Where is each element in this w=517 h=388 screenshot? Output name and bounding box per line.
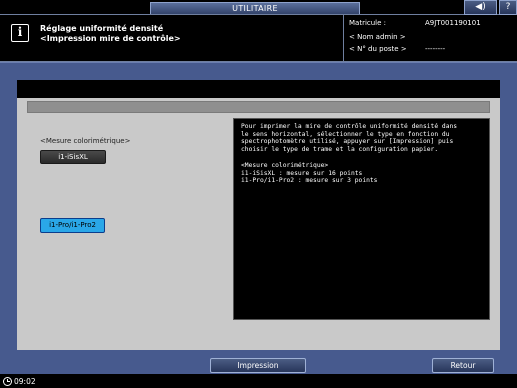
back-button[interactable]: Retour <box>432 358 494 373</box>
admin-name-label: < Nom admin > <box>349 33 406 41</box>
measure-label: <Mesure colorimétrique> <box>40 137 131 145</box>
question-icon[interactable]: ? <box>499 0 517 15</box>
option-isisxl-button[interactable]: i1-iSisXL <box>40 150 106 164</box>
clock-time: 09:02 <box>14 377 36 386</box>
help-text-panel: Pour imprimer la mire de contrôle unifor… <box>233 118 490 320</box>
post-number-value: -------- <box>425 45 446 53</box>
page-title: Réglage uniformité densité <box>40 24 164 33</box>
help-measure-info: <Mesure colorimétrique> i1-iSisXL : mesu… <box>241 161 378 185</box>
print-button[interactable]: Impression <box>210 358 306 373</box>
status-bar <box>0 376 517 388</box>
clock-icon <box>3 377 12 386</box>
info-icon: i <box>11 24 29 42</box>
speaker-icon[interactable]: ◀) <box>464 0 497 15</box>
serial-label: Matricule : <box>349 19 387 27</box>
page-subtitle: <Impression mire de contrôle> <box>40 34 181 43</box>
content-header <box>17 80 500 98</box>
panel-title-bar <box>27 101 490 113</box>
serial-value: A9JT001190101 <box>425 19 481 27</box>
help-paragraph: Pour imprimer la mire de contrôle unifor… <box>241 123 458 154</box>
post-number-label: < N° du poste > <box>349 45 407 53</box>
option-pro-button[interactable]: i1-Pro/i1-Pro2 <box>40 218 105 233</box>
